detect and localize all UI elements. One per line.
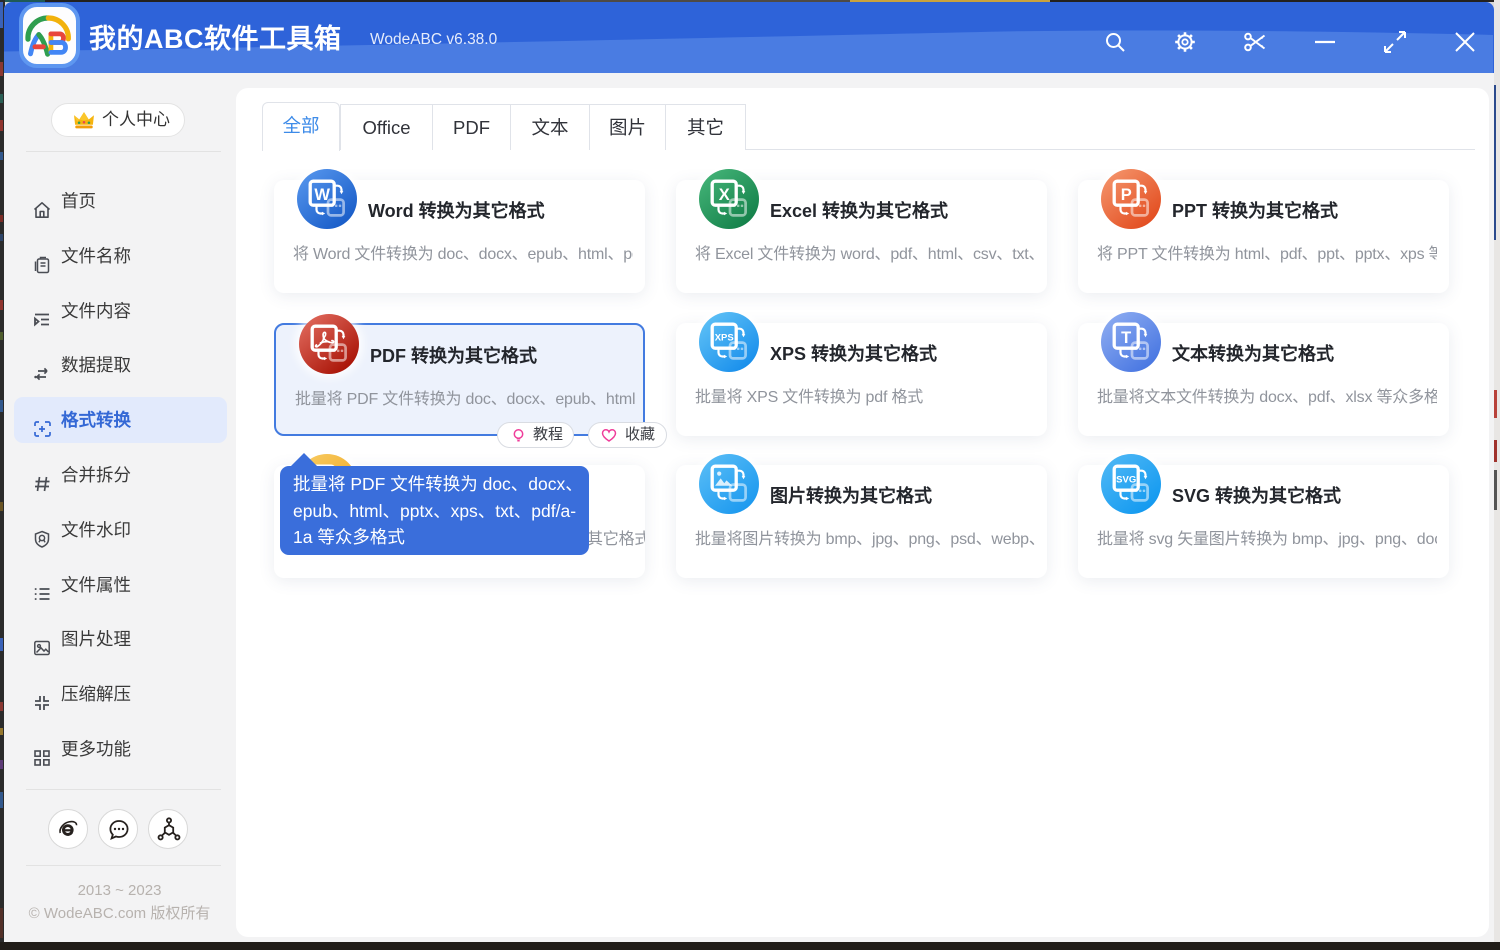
svg-text:T: T [1121,329,1131,347]
svg-text:P: P [1121,186,1132,204]
svg-text:W: W [314,186,330,204]
svg-text:SVG: SVG [1116,474,1136,485]
svg-text:X: X [719,186,730,204]
svg-text:XPS: XPS [715,332,734,343]
